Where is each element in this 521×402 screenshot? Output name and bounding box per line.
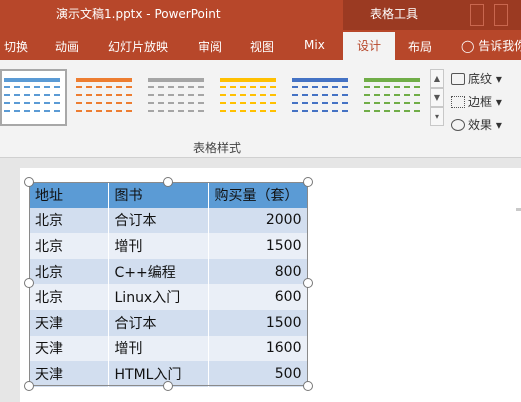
window-button[interactable] <box>470 4 484 26</box>
shading-label: 底纹 <box>468 72 493 86</box>
resize-handle[interactable] <box>24 177 34 187</box>
table-cell[interactable]: 北京 <box>29 258 109 285</box>
scroll-marker <box>516 208 521 211</box>
table-cell[interactable]: 2000 <box>208 207 309 234</box>
table-style-swatch[interactable] <box>220 78 276 122</box>
borders-button[interactable]: 边框 ▾ <box>451 93 502 110</box>
gallery-up-button[interactable]: ▲ <box>430 69 444 88</box>
table-cell[interactable]: 北京 <box>29 207 109 234</box>
window-title: 演示文稿1.pptx - PowerPoint <box>56 7 221 21</box>
table-cell[interactable]: 北京 <box>29 233 109 259</box>
table-cell[interactable]: 北京 <box>29 284 109 310</box>
effects-button[interactable]: 效果 ▾ <box>451 116 502 133</box>
table-cell[interactable]: 1500 <box>208 233 309 259</box>
table-cell[interactable]: 800 <box>208 258 309 285</box>
table-style-swatch[interactable] <box>76 78 132 122</box>
gallery-more-button[interactable]: ▾ <box>430 107 444 126</box>
table-cell[interactable]: 1500 <box>208 309 309 336</box>
table-cell[interactable]: 合订本 <box>108 207 209 234</box>
table-cell[interactable]: 1600 <box>208 335 309 362</box>
resize-handle[interactable] <box>163 177 173 187</box>
table-row: 北京 Linux入门 600 <box>29 284 309 310</box>
tab-animations[interactable]: 动画 <box>55 38 79 55</box>
effects-icon <box>451 119 465 131</box>
table-style-swatch[interactable] <box>292 78 348 122</box>
lightbulb-icon: ◯ <box>461 39 475 53</box>
tab-design-label: 设计 <box>356 39 381 53</box>
table-cell[interactable]: HTML入门 <box>108 361 209 387</box>
tab-view[interactable]: 视图 <box>250 38 274 55</box>
resize-handle[interactable] <box>303 177 313 187</box>
resize-handle[interactable] <box>303 278 313 288</box>
header-cell[interactable]: 地址 <box>29 182 109 208</box>
table-cell[interactable]: 600 <box>208 284 309 310</box>
table-cell[interactable]: 天津 <box>29 361 109 387</box>
table-tools-label: 表格工具 <box>370 7 419 21</box>
table-cell[interactable]: 增刊 <box>108 335 209 362</box>
tab-transitions[interactable]: 切换 <box>4 38 28 55</box>
gallery-scroll: ▲ ▼ ▾ <box>430 69 444 128</box>
shading-button[interactable]: 底纹 ▾ <box>451 70 502 87</box>
tab-review[interactable]: 审阅 <box>198 38 222 55</box>
resize-handle[interactable] <box>24 278 34 288</box>
table-cell[interactable]: 天津 <box>29 335 109 362</box>
table-row: 北京 C++编程 800 <box>29 258 309 285</box>
tab-slideshow[interactable]: 幻灯片放映 <box>108 38 168 55</box>
table-cell[interactable]: C++编程 <box>108 258 209 285</box>
tell-me-search[interactable]: ◯ 告诉我你想要做什么 <box>461 37 521 54</box>
gallery-down-button[interactable]: ▼ <box>430 88 444 107</box>
header-cell[interactable]: 图书 <box>108 182 209 208</box>
tell-me-label: 告诉我你想要做什么 <box>478 39 521 53</box>
borders-icon <box>451 96 465 108</box>
table-style-swatch[interactable] <box>4 78 60 122</box>
window-button[interactable] <box>494 4 508 26</box>
table-style-swatch[interactable] <box>148 78 204 122</box>
effects-label: 效果 <box>468 118 493 132</box>
paint-bucket-icon <box>451 73 465 85</box>
table-row: 天津 增刊 1600 <box>29 335 309 362</box>
table-styles-group-label: 表格样式 <box>193 141 242 155</box>
tab-layout[interactable]: 布局 <box>408 38 432 55</box>
table-cell[interactable]: 增刊 <box>108 233 209 259</box>
data-table[interactable]: 地址 图书 购买量（套） 北京 合订本 2000 北京 增刊 1500 北京 C++编程 800… <box>29 182 309 387</box>
borders-label: 边框 <box>468 95 493 109</box>
table-row: 天津 合订本 1500 <box>29 309 309 336</box>
header-cell[interactable]: 购买量（套） <box>208 182 309 208</box>
table-cell[interactable]: Linux入门 <box>108 284 209 310</box>
tab-design[interactable]: 设计 <box>343 32 395 60</box>
resize-handle[interactable] <box>163 381 173 391</box>
table-style-swatch[interactable] <box>364 78 420 122</box>
tab-mix[interactable]: Mix <box>304 38 325 52</box>
table-cell[interactable]: 500 <box>208 361 309 387</box>
resize-handle[interactable] <box>24 381 34 391</box>
table-row: 北京 合订本 2000 <box>29 207 309 234</box>
resize-handle[interactable] <box>303 381 313 391</box>
table-cell[interactable]: 天津 <box>29 309 109 336</box>
table-row: 北京 增刊 1500 <box>29 233 309 259</box>
table-cell[interactable]: 合订本 <box>108 309 209 336</box>
